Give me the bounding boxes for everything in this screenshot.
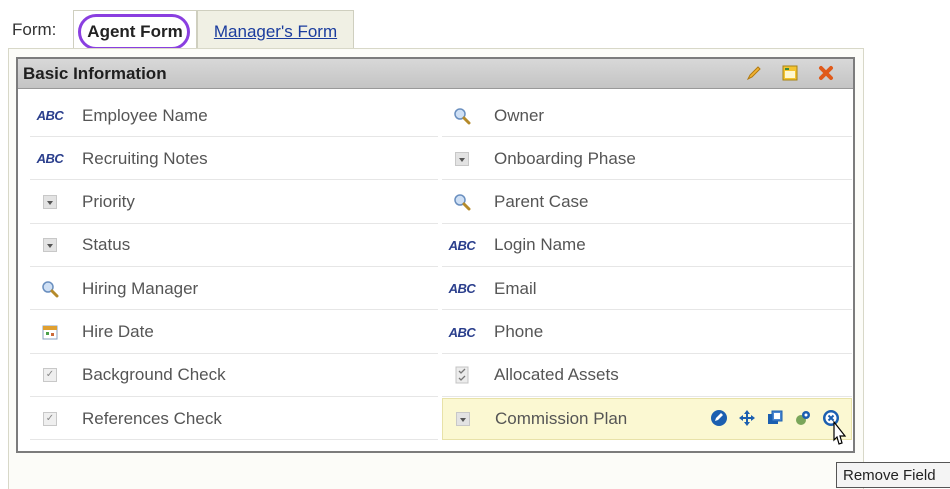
field-type-icon-cell: ABC [30,95,70,137]
tab-agent-form-label: Agent Form [87,21,183,41]
basic-information-panel: Basic Information ABC Employee Name ABC Rec… [16,57,855,453]
field-row[interactable]: ✓ References Check [30,398,438,441]
field-type-icon-cell [442,181,482,223]
layout-icon[interactable] [779,62,801,84]
field-row[interactable]: Onboarding Phase [442,138,852,181]
field-grid: ABC Employee Name ABC Recruiting Notes Prior… [30,95,852,443]
field-row[interactable]: Priority [30,182,438,224]
field-label: Onboarding Phase [494,148,636,168]
field-label: Login Name [494,235,586,255]
date-icon [42,325,58,340]
field-label: Background Check [82,365,226,385]
move-icon[interactable] [737,408,757,428]
copy-icon[interactable] [765,408,785,428]
edit-icon[interactable] [743,62,765,84]
field-row[interactable]: Parent Case [442,182,852,224]
field-row[interactable]: Commission Plan [442,398,852,441]
field-label: Status [82,235,131,255]
text-field-icon: ABC [448,281,476,297]
field-label: Parent Case [494,192,589,212]
field-label: Hire Date [82,322,154,341]
tab-agent-form[interactable]: Agent Form [73,10,197,52]
field-row[interactable]: Hiring Manager [30,268,438,311]
field-type-icon-cell [30,224,70,266]
field-type-icon-cell: ✓ [30,398,70,440]
field-label: Hiring Manager [82,278,199,298]
text-field-icon: ABC [36,108,64,123]
checkbox-icon: ✓ [43,411,57,426]
field-row[interactable]: ✓ Background Check [30,355,438,397]
edit-field-icon[interactable] [709,408,729,428]
field-row[interactable]: Hire Date [30,312,438,354]
field-row[interactable]: ABC Phone [442,312,852,354]
field-label: Commission Plan [495,409,628,429]
form-label: Form: [12,20,57,39]
tab-managers-form-label: Manager's Form [213,21,338,41]
mouse-cursor-icon [833,420,847,445]
field-label: Recruiting Notes [82,148,208,168]
settings-icon[interactable] [793,408,813,428]
field-type-icon-cell: ABC [442,224,482,266]
field-type-icon-cell [442,95,482,137]
field-type-icon-cell [442,354,482,396]
tab-managers-form[interactable]: Manager's Form [197,10,354,52]
panel-title: Basic Information [23,63,167,83]
lookup-icon [454,194,471,211]
text-field-icon: ABC [448,237,476,253]
field-label: Owner [494,105,545,125]
lookup-icon [454,107,471,124]
lookup-icon [42,280,59,298]
field-type-icon-cell [30,268,70,310]
field-label: Allocated Assets [494,365,619,385]
field-row[interactable]: ABC Recruiting Notes [30,138,438,181]
dropdown-icon [43,195,57,210]
field-type-icon-cell: ✓ [30,354,70,396]
field-row[interactable]: ABC Email [442,268,852,311]
field-label: Priority [82,192,135,212]
field-type-icon-cell [30,181,70,223]
field-row[interactable]: Status [30,225,438,267]
multiselect-icon [455,366,469,384]
text-field-icon: ABC [448,324,476,340]
field-label: References Check [82,408,222,428]
field-row[interactable]: ABC Login Name [442,225,852,267]
field-row[interactable]: Owner [442,95,852,137]
remove-field-tooltip: Remove Field [836,462,950,488]
close-icon[interactable] [815,62,837,84]
field-type-icon-cell [443,398,483,440]
panel-header: Basic Information [18,59,853,89]
field-row[interactable]: Allocated Assets [442,355,852,397]
dropdown-icon [43,238,57,253]
field-type-icon-cell: ABC [442,268,482,310]
field-row[interactable]: ABC Employee Name [30,95,438,137]
field-type-icon-cell: ABC [30,138,70,180]
field-label: Employee Name [82,105,208,125]
text-field-icon: ABC [36,151,64,167]
dropdown-icon [455,151,469,166]
field-label: Email [494,278,537,298]
checkbox-icon: ✓ [43,368,57,383]
field-type-icon-cell [30,311,70,353]
field-action-toolbar [709,408,841,428]
field-type-icon-cell [442,138,482,180]
field-type-icon-cell: ABC [442,311,482,353]
field-label: Phone [494,322,544,341]
dropdown-icon [456,412,470,427]
